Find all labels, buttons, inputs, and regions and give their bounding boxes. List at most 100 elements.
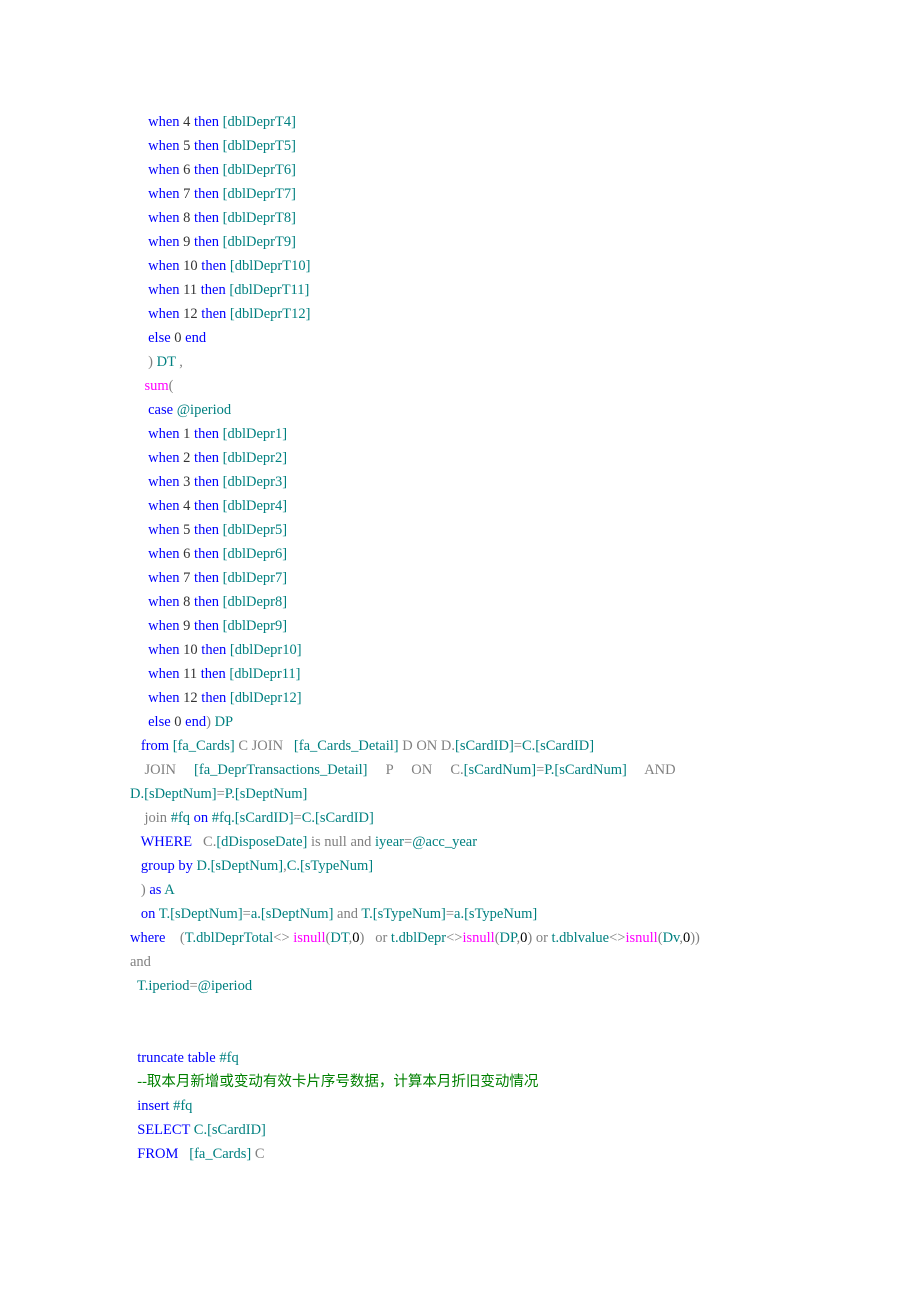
code-line: WHERE C.[dDisposeDate] is null and iyear… — [130, 830, 790, 854]
code-token: then — [194, 186, 219, 202]
code-line: when 1 then [dblDepr1] — [130, 422, 790, 446]
code-token: @iperiod — [198, 978, 252, 994]
code-token: when — [148, 138, 179, 154]
code-token: [sDeptNum] — [211, 858, 284, 874]
code-token: when — [148, 258, 179, 274]
code-line: when 5 then [dblDepr5] — [130, 518, 790, 542]
code-token: then — [194, 594, 219, 610]
code-token: C. — [302, 810, 315, 826]
code-token: group by — [141, 858, 193, 874]
code-line: when 8 then [dblDeprT8] — [130, 206, 790, 230]
code-token: case — [148, 402, 173, 418]
code-token — [130, 162, 148, 178]
code-token: [dblDeprT5] — [223, 138, 296, 154]
code-token: when — [148, 546, 179, 562]
code-token: 10 — [180, 258, 202, 274]
code-token — [130, 450, 148, 466]
code-token: 1 — [180, 426, 195, 442]
code-line: case @iperiod — [130, 398, 790, 422]
code-token: when — [148, 450, 179, 466]
code-token: when — [148, 282, 179, 298]
code-token: [sCardID] — [535, 738, 594, 754]
code-line: when 2 then [dblDepr2] — [130, 446, 790, 470]
code-line: when 7 then [dblDepr7] — [130, 566, 790, 590]
code-line: when 12 then [dblDeprT12] — [130, 302, 790, 326]
code-token: [dblDepr9] — [223, 618, 287, 634]
code-token: insert — [137, 1098, 169, 1114]
code-token: then — [194, 162, 219, 178]
code-token: )) — [690, 930, 700, 946]
code-token: when — [148, 594, 179, 610]
code-token: 5 — [180, 138, 195, 154]
code-token: end — [185, 714, 206, 730]
code-token: t.dblvalue — [548, 930, 609, 946]
code-token: 12 — [180, 690, 202, 706]
code-token: [sCardNum] — [554, 762, 627, 778]
code-token — [130, 858, 141, 874]
code-token — [130, 234, 148, 250]
code-token — [130, 210, 148, 226]
code-token: when — [148, 114, 179, 130]
code-token: sum — [145, 378, 169, 394]
code-token: and — [333, 906, 358, 922]
code-token: = — [294, 810, 302, 826]
code-token: then — [201, 306, 226, 322]
code-line: when 7 then [dblDeprT7] — [130, 182, 790, 206]
code-token: 9 — [180, 234, 195, 250]
code-token: = — [217, 786, 225, 802]
code-token: DT — [153, 354, 179, 370]
code-line: when 10 then [dblDeprT10] — [130, 254, 790, 278]
code-token: 5 — [180, 522, 195, 538]
code-token: [sDeptNum] — [170, 906, 243, 922]
code-token: #fq. — [208, 810, 235, 826]
code-token: = — [189, 978, 197, 994]
code-token: [sDeptNum] — [261, 906, 334, 922]
code-token: 8 — [180, 594, 195, 610]
code-token: = — [514, 738, 522, 754]
code-token: [dblDepr10] — [230, 642, 302, 658]
code-token: 4 — [180, 114, 195, 130]
code-line: else 0 end — [130, 326, 790, 350]
code-token: join — [145, 810, 168, 826]
code-token: 7 — [180, 186, 195, 202]
code-token: [dblDepr5] — [223, 522, 287, 538]
code-token: D. — [193, 858, 211, 874]
code-token: then — [194, 234, 219, 250]
code-token: C. — [192, 834, 216, 850]
code-token: when — [148, 570, 179, 586]
code-token: [dDisposeDate] — [216, 834, 307, 850]
code-token: when — [148, 618, 179, 634]
code-token: when — [148, 522, 179, 538]
code-token: AND — [627, 762, 676, 778]
code-line: T.iperiod=@iperiod — [130, 974, 790, 998]
code-token: [dblDeprT11] — [229, 282, 309, 298]
code-token: on — [141, 906, 156, 922]
code-line: from [fa_Cards] C JOIN [fa_Cards_Detail]… — [130, 734, 790, 758]
code-token: [dblDepr6] — [223, 546, 287, 562]
code-token: then — [194, 618, 219, 634]
code-token: truncate table — [137, 1050, 216, 1066]
code-token — [130, 882, 141, 898]
code-token: [sCardID] — [207, 1122, 266, 1138]
code-token: t.dblDepr — [387, 930, 446, 946]
code-token: [sTypeNum] — [300, 858, 373, 874]
code-line: ) as A — [130, 878, 790, 902]
code-token: end — [185, 330, 206, 346]
code-token: then — [194, 546, 219, 562]
code-line — [130, 1022, 790, 1046]
code-token: 12 — [180, 306, 202, 322]
code-token: --取本月新增或变动有效卡片序号数据，计算本月折旧变动情况 — [137, 1074, 538, 1090]
code-token: <> — [609, 930, 625, 946]
code-token: else — [148, 330, 171, 346]
code-line: ) DT , — [130, 350, 790, 374]
code-token: <> — [273, 930, 293, 946]
code-token: [sCardID] — [455, 738, 514, 754]
code-token: on — [190, 810, 208, 826]
code-token: when — [148, 690, 179, 706]
code-token: then — [194, 450, 219, 466]
code-token — [130, 498, 148, 514]
code-line: when 9 then [dblDeprT9] — [130, 230, 790, 254]
code-line: truncate table #fq — [130, 1046, 790, 1070]
code-token: isnull — [625, 930, 657, 946]
code-token: 0 — [171, 714, 186, 730]
